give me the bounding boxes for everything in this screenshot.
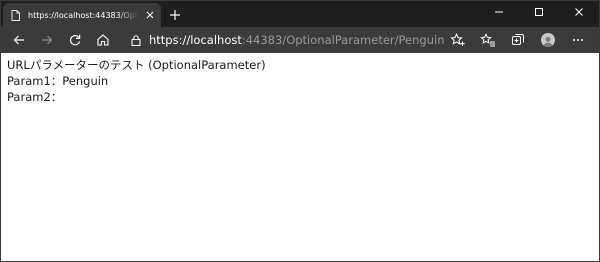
address-bar[interactable]: https://localhost:44383/OptionalParamete… [125,29,479,51]
more-icon [573,39,583,41]
toolbar-actions [443,28,593,52]
minimize-icon [495,11,503,13]
favorites-button[interactable] [473,28,503,52]
page-heading: URLパラメーターのテスト (OptionalParameter) [7,58,266,72]
url-host: localhost [190,33,242,47]
tab-title: https://localhost:44383/OptionalParamete… [28,10,139,20]
page-content: URLパラメーターのテスト (OptionalParameter) Param1… [1,53,599,109]
star-plus-icon [450,33,465,46]
minimize-button[interactable] [479,1,519,23]
close-window-button[interactable] [559,1,599,23]
navigation-toolbar: https://localhost:44383/OptionalParamete… [1,27,599,53]
arrow-right-icon [42,35,53,45]
settings-menu-button[interactable] [563,28,593,52]
url-text: https://localhost:44383/OptionalParamete… [149,33,444,47]
window-controls [479,1,599,23]
lock-icon[interactable] [131,34,141,46]
profile-button[interactable] [533,28,563,52]
collections-icon [512,34,524,45]
page-icon [11,9,20,21]
refresh-icon [69,34,81,46]
collections-button[interactable] [503,28,533,52]
browser-window: https://localhost:44383/OptionalParamete… [0,0,600,262]
back-button[interactable] [5,28,33,52]
add-favorite-button[interactable] [443,28,473,52]
tab-close-icon[interactable] [145,10,155,20]
maximize-button[interactable] [519,1,559,23]
maximize-icon [535,8,543,16]
favorites-list-icon [480,33,495,47]
forward-button[interactable] [33,28,61,52]
home-button[interactable] [89,28,117,52]
avatar [541,33,555,47]
url-path: :44383/OptionalParameter/Penguin [241,33,445,47]
close-icon [575,8,583,16]
refresh-button[interactable] [61,28,89,52]
arrow-left-icon [13,35,24,45]
browser-tab[interactable]: https://localhost:44383/OptionalParamete… [3,3,161,27]
url-scheme: https:// [149,33,191,47]
plus-icon [170,10,180,20]
param2-text: Param2： [7,90,63,104]
new-tab-button[interactable] [165,5,185,25]
param1-text: Param1：Penguin [7,74,109,88]
title-bar: https://localhost:44383/OptionalParamete… [1,1,599,27]
home-icon [97,34,109,46]
